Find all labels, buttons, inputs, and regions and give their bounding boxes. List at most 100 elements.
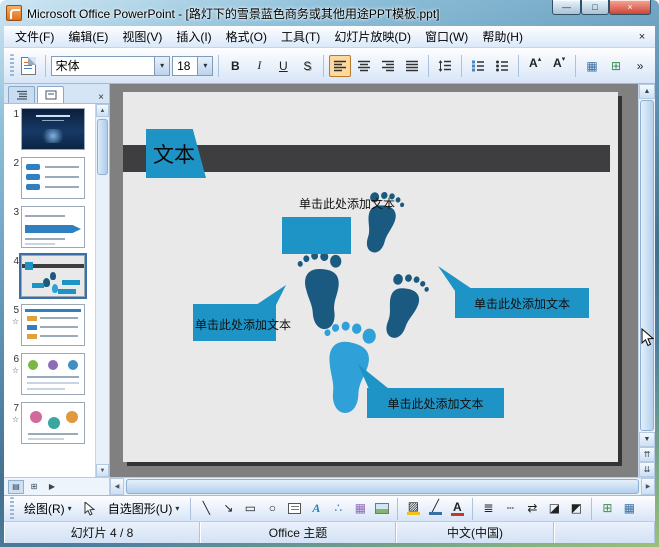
scroll-left-icon[interactable]: ◀ bbox=[110, 478, 124, 495]
decrease-font-size-button[interactable]: A ▾ bbox=[548, 55, 570, 77]
scroll-right-icon[interactable]: ▶ bbox=[641, 478, 655, 495]
autoshapes-menu-button[interactable]: 自选图形(U) ▾ bbox=[102, 497, 186, 520]
slide-sorter-view-button[interactable]: ⊞ bbox=[26, 480, 42, 494]
menu-view[interactable]: 视图(V) bbox=[115, 26, 169, 47]
close-button[interactable]: × bbox=[609, 0, 651, 15]
minimize-button[interactable]: — bbox=[552, 0, 581, 15]
placeholder-text-left[interactable]: 单击此处添加文本 bbox=[183, 316, 303, 333]
italic-button[interactable]: I bbox=[248, 55, 270, 77]
horizontal-scrollbar[interactable]: ◀ ▶ bbox=[110, 478, 655, 495]
arrow-tool-button[interactable]: ↘ bbox=[218, 499, 238, 519]
callout-box-right[interactable]: 单击此处添加文本 bbox=[455, 288, 589, 318]
next-slide-button[interactable]: ⇊ bbox=[639, 462, 655, 477]
font-color-button[interactable]: A bbox=[447, 499, 467, 519]
scroll-down-icon[interactable]: ▼ bbox=[639, 432, 655, 447]
oval-tool-button[interactable]: ○ bbox=[262, 499, 282, 519]
callout-box-bottom[interactable]: 单击此处添加文本 bbox=[367, 388, 504, 418]
drawing-toolbar: 绘图(R) ▾ 自选图形(U) ▾ ╲ ↘ ▭ ○ A ∴ ▦ ▨ ╱ A ≣ ┄ bbox=[4, 495, 655, 521]
diagram-button[interactable]: ∴ bbox=[328, 499, 348, 519]
rectangle-tool-button[interactable]: ▭ bbox=[240, 499, 260, 519]
align-right-button[interactable] bbox=[377, 55, 399, 77]
select-objects-button[interactable] bbox=[80, 499, 100, 519]
outline-tab[interactable] bbox=[8, 86, 35, 103]
slide-thumbnail-2[interactable] bbox=[21, 157, 85, 199]
theme-indicator[interactable]: Office 主题 bbox=[200, 522, 396, 543]
text-box-button[interactable] bbox=[284, 499, 304, 519]
toolbar-drag-handle[interactable] bbox=[10, 496, 14, 521]
scroll-down-icon[interactable]: ▼ bbox=[96, 464, 109, 477]
maximize-button[interactable]: □ bbox=[581, 0, 609, 15]
align-left-button[interactable] bbox=[329, 54, 352, 77]
slide-thumbnail-6[interactable] bbox=[21, 353, 85, 395]
underline-button[interactable]: U bbox=[272, 55, 294, 77]
slide-canvas[interactable]: 文本 单击此处添加文本 单击此处添加文本 单击此处添加文本 单击此处添加文本 bbox=[123, 92, 618, 462]
line-tool-button[interactable]: ╲ bbox=[196, 499, 216, 519]
menu-file[interactable]: 文件(F) bbox=[8, 26, 61, 47]
menu-slideshow[interactable]: 幻灯片放映(D) bbox=[327, 26, 418, 47]
scroll-up-icon[interactable]: ▲ bbox=[96, 104, 109, 117]
scrollbar-thumb[interactable] bbox=[97, 119, 108, 175]
font-name-combobox[interactable]: 宋体 ▾ bbox=[50, 55, 171, 76]
menu-insert[interactable]: 插入(I) bbox=[169, 26, 218, 47]
dash-style-icon: ┄ bbox=[506, 501, 514, 515]
language-indicator[interactable]: 中文(中国) bbox=[396, 522, 554, 543]
previous-slide-button[interactable]: ⇈ bbox=[639, 447, 655, 462]
justify-button[interactable] bbox=[401, 55, 423, 77]
scroll-up-icon[interactable]: ▲ bbox=[639, 84, 655, 99]
draw-menu-button[interactable]: 绘图(R) ▾ bbox=[18, 497, 78, 520]
slide-thumbnail-7[interactable] bbox=[21, 402, 85, 444]
insert-picture-button[interactable] bbox=[372, 499, 392, 519]
placeholder-text-top[interactable]: 单击此处添加文本 bbox=[289, 195, 405, 212]
fill-color-button[interactable]: ▨ bbox=[403, 499, 423, 519]
menu-edit[interactable]: 编辑(E) bbox=[61, 26, 115, 47]
threed-icon: ◩ bbox=[570, 501, 583, 515]
numbering-button[interactable] bbox=[467, 55, 489, 77]
font-size-combobox[interactable]: 18 ▾ bbox=[172, 55, 214, 76]
callout-box-top[interactable] bbox=[282, 217, 351, 254]
slideshow-view-button[interactable]: ▶ bbox=[44, 480, 60, 494]
slides-tab[interactable] bbox=[37, 86, 64, 103]
menu-tools[interactable]: 工具(T) bbox=[274, 26, 327, 47]
document-close-button[interactable]: × bbox=[633, 30, 651, 44]
panel-close-button[interactable]: × bbox=[95, 92, 107, 103]
align-center-button[interactable] bbox=[353, 55, 375, 77]
wordart-button[interactable]: A bbox=[306, 499, 326, 519]
line-spacing-button[interactable] bbox=[434, 55, 456, 77]
increase-font-size-button[interactable]: A ▴ bbox=[524, 55, 546, 77]
toolbar-options-button[interactable]: » bbox=[629, 55, 651, 77]
clip-art-button[interactable]: ▦ bbox=[350, 499, 370, 519]
line-color-button[interactable]: ╱ bbox=[425, 499, 445, 519]
normal-view-button[interactable]: ▤ bbox=[8, 479, 24, 494]
threed-style-button[interactable]: ◩ bbox=[566, 499, 586, 519]
arrow-style-button[interactable]: ⇄ bbox=[522, 499, 542, 519]
slide-thumbnail-3[interactable] bbox=[21, 206, 85, 248]
scrollbar-thumb[interactable] bbox=[126, 479, 639, 494]
grid-settings-button[interactable]: ⊞ bbox=[597, 499, 617, 519]
slide-thumbnail-1[interactable] bbox=[21, 108, 85, 150]
table-settings-button[interactable]: ▦ bbox=[619, 499, 639, 519]
text-shadow-button[interactable]: S bbox=[296, 55, 318, 77]
new-slide-button[interactable] bbox=[18, 55, 40, 77]
menu-window[interactable]: 窗口(W) bbox=[418, 26, 475, 47]
panel-scrollbar[interactable]: ▲ ▼ bbox=[95, 104, 109, 477]
menu-help[interactable]: 帮助(H) bbox=[475, 26, 530, 47]
line-style-button[interactable]: ≣ bbox=[478, 499, 498, 519]
toolbar-drag-handle[interactable] bbox=[10, 53, 14, 78]
insert-table-button[interactable]: ▦ bbox=[581, 55, 603, 77]
slide-thumbnail-4-selected[interactable] bbox=[19, 253, 87, 299]
bold-button[interactable]: B bbox=[224, 55, 246, 77]
bullets-button[interactable] bbox=[491, 55, 513, 77]
overflow-icon: » bbox=[636, 58, 644, 73]
oval-icon: ○ bbox=[268, 501, 276, 515]
menu-format[interactable]: 格式(O) bbox=[219, 26, 274, 47]
dash-style-button[interactable]: ┄ bbox=[500, 499, 520, 519]
slide-title-shape[interactable]: 文本 bbox=[146, 129, 206, 178]
insert-grid-button[interactable]: ⊞ bbox=[605, 55, 627, 77]
chevron-down-icon[interactable]: ▾ bbox=[154, 56, 170, 75]
shadow-style-button[interactable]: ◪ bbox=[544, 499, 564, 519]
scrollbar-thumb[interactable] bbox=[640, 100, 654, 431]
line-spacing-icon bbox=[438, 59, 452, 72]
chevron-down-icon[interactable]: ▾ bbox=[197, 56, 213, 75]
slide-thumbnail-5[interactable] bbox=[21, 304, 85, 346]
slide-scrollbar[interactable]: ▲ ▼ ⇈ ⇊ bbox=[638, 84, 655, 477]
